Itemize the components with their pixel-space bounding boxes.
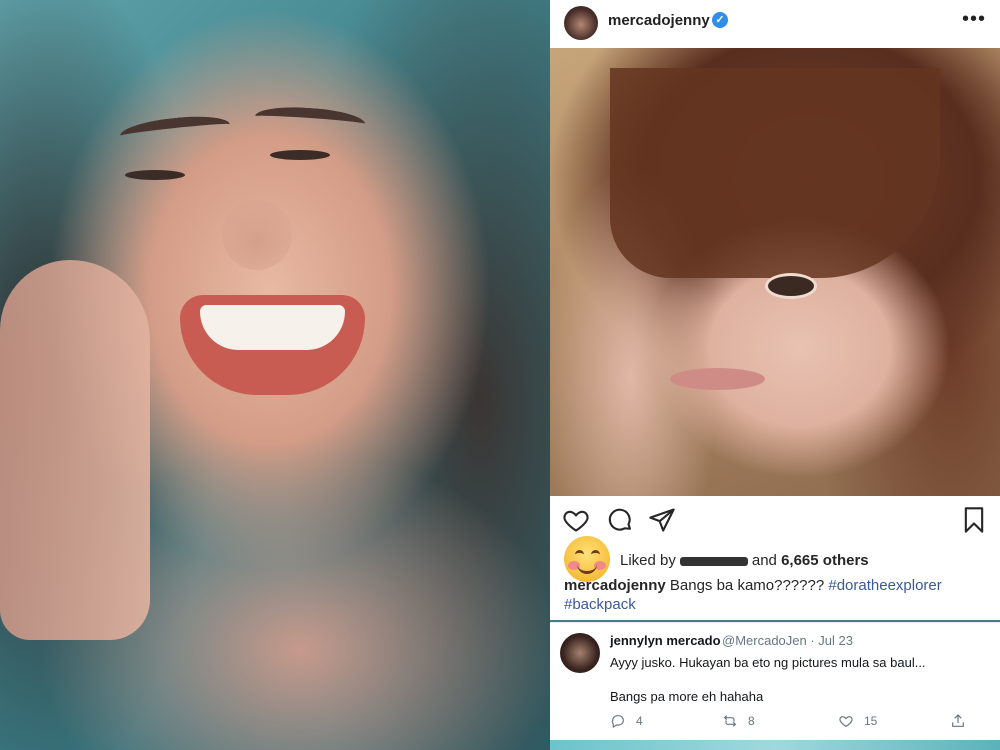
photo-lips [670,368,765,390]
tweet-author-name[interactable]: jennylyn mercado [610,633,721,648]
emoji-right-eye [591,550,600,559]
liked-and: and [751,552,777,569]
heart-icon[interactable] [562,506,590,534]
liked-by-row: Liked by and 6,665 others [564,536,984,582]
tweet-text-line: Bangs pa more eh hahaha [610,689,764,704]
tweet-handle-date[interactable]: @MercadoJen · Jul 23 [722,633,853,648]
hair-bangs [610,68,940,278]
verified-badge-icon: ✓ [712,12,728,28]
liked-prefix: Liked by [620,552,676,569]
post-actions [550,500,1000,540]
comment-icon[interactable] [606,506,634,534]
left-photo [0,0,550,750]
retweet-button[interactable]: 8 [722,713,755,729]
reply-button[interactable]: 4 [610,713,643,729]
hand-shape [0,260,150,640]
photo-eye [765,273,817,299]
post-photo[interactable] [550,48,1000,496]
post-header: mercadojenny ✓ ••• [550,0,1000,48]
reply-icon [611,715,624,729]
tweet-avatar[interactable] [560,633,600,673]
avatar[interactable] [564,6,598,40]
left-eye [125,170,185,180]
tweet-text-line: Ayyy jusko. Hukayan ba eto ng pictures m… [610,655,926,670]
bottom-background-strip [550,740,1000,750]
redacted-name [679,556,748,566]
tweet-card: jennylyn mercado @MercadoJen · Jul 23 Ay… [550,622,1000,741]
share-icon[interactable] [648,506,676,534]
emoji-left-eye [575,550,584,559]
upload-share-icon [952,714,964,727]
liked-by-text[interactable]: Liked by and 6,665 others [620,552,869,569]
nose [222,200,292,270]
left-brow [119,112,231,148]
caption-text: Bangs ba kamo?????? [669,577,825,594]
heart-icon [839,716,853,728]
post-username[interactable]: mercadojenny [608,12,710,29]
right-eye [270,150,330,160]
right-brow [254,104,366,136]
post-caption: mercadojenny Bangs ba kamo?????? #dorath… [564,576,984,614]
hashtag-link[interactable]: #backpack [564,596,636,613]
teeth [200,305,345,350]
bookmark-icon[interactable] [960,506,988,534]
like-count: 15 [864,714,878,728]
liked-others-count[interactable]: 6,665 others [781,552,869,569]
reply-count: 4 [636,714,643,728]
hashtag-link[interactable]: #doratheexplorer [828,577,941,594]
retweet-icon [723,715,737,727]
caption-username[interactable]: mercadojenny [564,577,666,594]
more-options-icon[interactable]: ••• [962,8,986,31]
tweet-actions: 4 8 15 [610,713,990,735]
retweet-count: 8 [748,714,755,728]
emoji-smile [577,560,597,574]
tweet-share-button[interactable] [950,713,966,729]
like-button[interactable]: 15 [838,713,877,729]
instagram-post-card: mercadojenny ✓ ••• Liked by and 6,665 ot… [550,0,1000,620]
